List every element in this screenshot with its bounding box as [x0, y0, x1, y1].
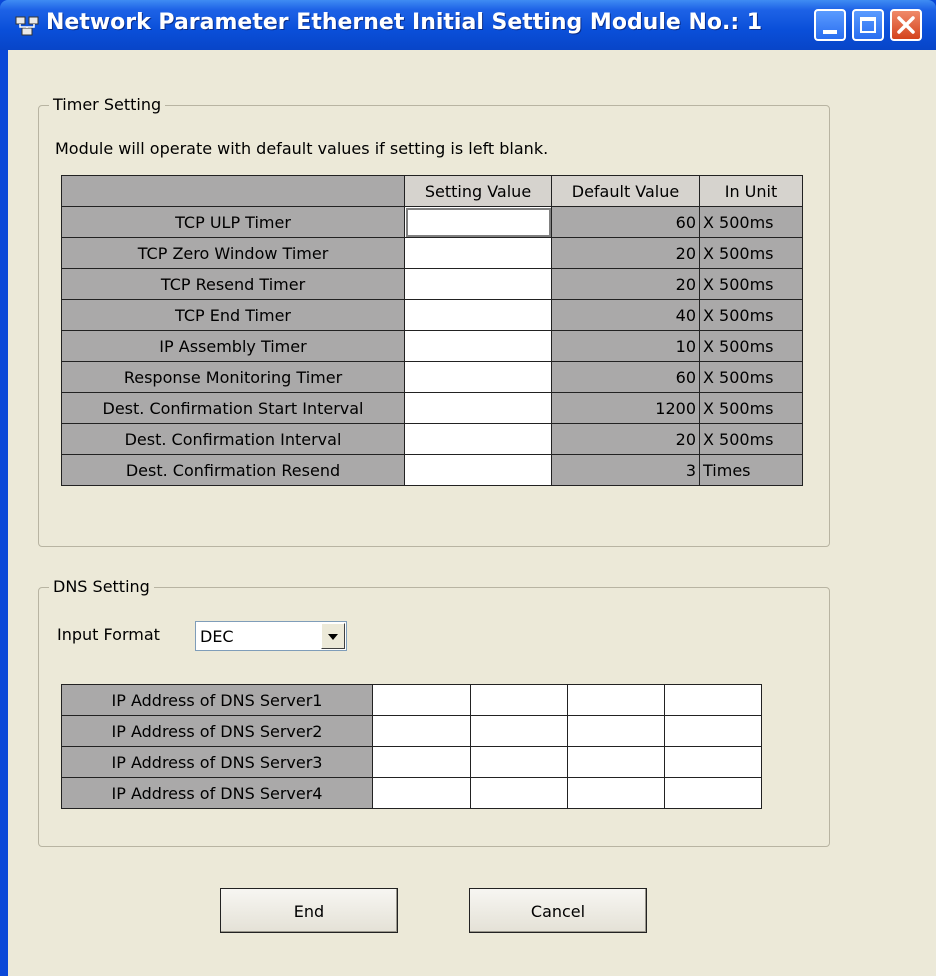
setting-value-input[interactable]	[404, 206, 552, 238]
unit-label: X 500ms	[699, 237, 803, 269]
ip-octet-input[interactable]	[567, 684, 665, 716]
unit-label: Times	[699, 454, 803, 486]
timer-table-header: Setting Value Default Value In Unit	[61, 175, 803, 207]
default-value: 10	[551, 330, 700, 362]
unit-label: X 500ms	[699, 268, 803, 300]
unit-label: X 500ms	[699, 206, 803, 238]
timer-name: TCP End Timer	[61, 299, 405, 331]
minimize-button[interactable]	[814, 9, 846, 41]
ip-octet-input[interactable]	[664, 715, 762, 747]
timer-setting-group: Timer Setting Module will operate with d…	[38, 95, 830, 547]
timer-name: TCP Resend Timer	[61, 268, 405, 300]
default-value: 20	[551, 423, 700, 455]
dns-server-label: IP Address of DNS Server4	[61, 777, 373, 809]
timer-table: Setting Value Default Value In Unit TCP …	[61, 175, 803, 486]
setting-value-input[interactable]	[404, 454, 552, 486]
ip-octet-input[interactable]	[470, 715, 568, 747]
dns-setting-group: DNS Setting Input Format DEC IP Address …	[38, 577, 830, 847]
dns-server-label: IP Address of DNS Server2	[61, 715, 373, 747]
table-row: IP Address of DNS Server2	[61, 715, 762, 747]
setting-value-input[interactable]	[404, 392, 552, 424]
dns-server-label: IP Address of DNS Server3	[61, 746, 373, 778]
ip-octet-input[interactable]	[567, 715, 665, 747]
ip-octet-input[interactable]	[470, 777, 568, 809]
timer-name: IP Assembly Timer	[61, 330, 405, 362]
dns-setting-title: DNS Setting	[49, 577, 154, 596]
close-icon	[897, 16, 915, 34]
table-row: Dest. Confirmation Resend 3 Times	[61, 454, 803, 486]
chevron-down-icon	[328, 634, 338, 640]
table-row: Dest. Confirmation Start Interval 1200 X…	[61, 392, 803, 424]
minimize-icon	[823, 30, 837, 34]
timer-name: TCP ULP Timer	[61, 206, 405, 238]
ip-octet-input[interactable]	[664, 777, 762, 809]
ip-octet-input[interactable]	[470, 684, 568, 716]
network-parameter-icon	[15, 16, 39, 36]
cancel-button[interactable]: Cancel	[469, 888, 647, 933]
setting-value-input[interactable]	[404, 299, 552, 331]
dropdown-button[interactable]	[321, 623, 345, 649]
timer-name: Dest. Confirmation Interval	[61, 423, 405, 455]
unit-label: X 500ms	[699, 423, 803, 455]
unit-label: X 500ms	[699, 361, 803, 393]
input-format-value: DEC	[200, 627, 234, 646]
default-value: 60	[551, 361, 700, 393]
column-header-in-unit: In Unit	[699, 175, 803, 207]
dialog-window: Network Parameter Ethernet Initial Setti…	[0, 0, 936, 976]
default-value: 20	[551, 237, 700, 269]
table-row: IP Address of DNS Server4	[61, 777, 762, 809]
table-row: TCP Zero Window Timer 20 X 500ms	[61, 237, 803, 269]
table-row: IP Address of DNS Server1	[61, 684, 762, 716]
default-value: 3	[551, 454, 700, 486]
input-format-select[interactable]: DEC	[195, 621, 347, 651]
default-value: 60	[551, 206, 700, 238]
timer-name: Dest. Confirmation Resend	[61, 454, 405, 486]
timer-name: Response Monitoring Timer	[61, 361, 405, 393]
ip-octet-input[interactable]	[664, 746, 762, 778]
table-row: IP Assembly Timer 10 X 500ms	[61, 330, 803, 362]
end-button[interactable]: End	[220, 888, 398, 933]
ip-octet-input[interactable]	[372, 746, 471, 778]
setting-value-input[interactable]	[404, 330, 552, 362]
setting-value-input[interactable]	[404, 423, 552, 455]
ip-octet-input[interactable]	[664, 684, 762, 716]
unit-label: X 500ms	[699, 299, 803, 331]
unit-label: X 500ms	[699, 392, 803, 424]
timer-name: Dest. Confirmation Start Interval	[61, 392, 405, 424]
table-row: Dest. Confirmation Interval 20 X 500ms	[61, 423, 803, 455]
default-value: 20	[551, 268, 700, 300]
timer-setting-title: Timer Setting	[49, 95, 166, 114]
title-bar[interactable]: Network Parameter Ethernet Initial Setti…	[0, 0, 936, 50]
ip-octet-input[interactable]	[372, 684, 471, 716]
unit-label: X 500ms	[699, 330, 803, 362]
ip-octet-input[interactable]	[470, 746, 568, 778]
dns-server-table: IP Address of DNS Server1 IP Address of …	[61, 684, 762, 809]
default-value: 40	[551, 299, 700, 331]
table-row: TCP Resend Timer 20 X 500ms	[61, 268, 803, 300]
window-title: Network Parameter Ethernet Initial Setti…	[46, 10, 763, 35]
column-header-default-value: Default Value	[551, 175, 700, 207]
column-header-name	[61, 175, 405, 207]
setting-value-input[interactable]	[404, 237, 552, 269]
table-row: TCP ULP Timer 60 X 500ms	[61, 206, 803, 238]
dialog-client-area: Timer Setting Module will operate with d…	[8, 50, 936, 976]
close-button[interactable]	[890, 9, 922, 41]
timer-name: TCP Zero Window Timer	[61, 237, 405, 269]
dns-server-label: IP Address of DNS Server1	[61, 684, 373, 716]
setting-value-input[interactable]	[404, 361, 552, 393]
setting-value-input[interactable]	[404, 268, 552, 300]
maximize-icon	[860, 17, 876, 33]
input-format-label: Input Format	[57, 625, 160, 644]
ip-octet-input[interactable]	[372, 777, 471, 809]
table-row: IP Address of DNS Server3	[61, 746, 762, 778]
default-value: 1200	[551, 392, 700, 424]
ip-octet-input[interactable]	[372, 715, 471, 747]
table-row: Response Monitoring Timer 60 X 500ms	[61, 361, 803, 393]
timer-setting-note: Module will operate with default values …	[55, 139, 549, 158]
ip-octet-input[interactable]	[567, 777, 665, 809]
maximize-button[interactable]	[852, 9, 884, 41]
ip-octet-input[interactable]	[567, 746, 665, 778]
table-row: TCP End Timer 40 X 500ms	[61, 299, 803, 331]
column-header-setting-value: Setting Value	[404, 175, 552, 207]
